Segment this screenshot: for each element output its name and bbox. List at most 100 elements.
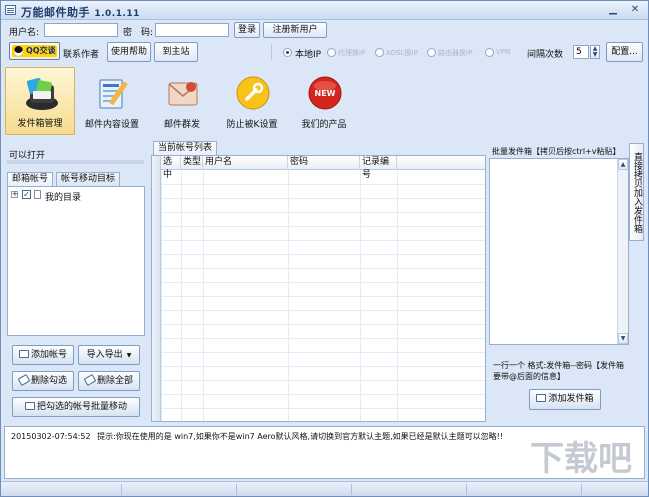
tree-checkbox[interactable]: ✓ bbox=[22, 190, 31, 199]
eraser-icon bbox=[17, 374, 31, 386]
add-outbox-icon bbox=[536, 394, 547, 402]
grid-row-line bbox=[161, 352, 485, 353]
router-ip-label: 路由器换IP bbox=[438, 49, 473, 57]
radio-proxy-ip[interactable] bbox=[327, 48, 336, 57]
col-selected[interactable]: 选中 bbox=[161, 156, 181, 180]
account-grid: 选中 类型 用户名 密码 记录编号 bbox=[151, 155, 486, 422]
register-button[interactable]: 注册新用户 bbox=[263, 22, 327, 38]
grid-row-line bbox=[161, 380, 485, 381]
status-divider bbox=[121, 484, 122, 495]
app-name: 万能邮件助手 bbox=[21, 6, 90, 19]
bulk-outbox-header: 批量发件箱【拷贝后按ctrl+v粘贴】 bbox=[492, 147, 621, 156]
scroll-up-icon[interactable]: ▲ bbox=[618, 159, 628, 170]
dropdown-arrow-icon: ▼ bbox=[126, 352, 132, 359]
outbox-scrollbar[interactable]: ▲ ▼ bbox=[617, 159, 628, 344]
interval-input[interactable] bbox=[573, 45, 589, 59]
status-divider bbox=[581, 484, 582, 495]
status-bar bbox=[1, 481, 648, 496]
interval-spinner[interactable]: ▲ ▼ bbox=[590, 45, 600, 59]
tab-direct-copy[interactable]: 直接拷贝加入发件箱 bbox=[629, 143, 644, 241]
grid-row-line bbox=[161, 254, 485, 255]
tab-email-accounts[interactable]: 邮箱帐号 bbox=[7, 172, 54, 186]
grid-col-line bbox=[288, 170, 289, 421]
status-divider bbox=[351, 484, 352, 495]
separator bbox=[271, 44, 272, 60]
contact-author-link[interactable]: 联系作者 bbox=[63, 47, 99, 60]
grid-row-line bbox=[161, 184, 485, 185]
add-account-button[interactable]: 添加帐号 bbox=[12, 345, 74, 365]
home-button[interactable]: 到主站 bbox=[154, 42, 198, 62]
left-panel: 可以打开 邮箱帐号 帐号移动目标 + ✓ 我的目录 添加帐号 导入导出 ▼ 删除勾… bbox=[4, 139, 148, 422]
username-input[interactable] bbox=[44, 23, 118, 37]
log-message: 提示:你现在使用的是 win7,如果你不是win7 Aero默认风格,请切换到官… bbox=[97, 432, 504, 441]
qq-chat-button[interactable]: QQ交谈 bbox=[9, 42, 60, 60]
grid-row-line bbox=[161, 408, 485, 409]
grid-header: 选中 类型 用户名 密码 记录编号 bbox=[161, 156, 485, 180]
module-mass-send[interactable]: 邮件群发 bbox=[147, 67, 217, 135]
scroll-down-icon[interactable]: ▼ bbox=[618, 333, 628, 344]
col-type[interactable]: 类型 bbox=[181, 156, 203, 170]
grid-col-line bbox=[181, 170, 182, 421]
app-window: 万能邮件助手 1.0.1.11 ▁ ✕ 用户名: 密 码: 登录 注册新用户 Q… bbox=[0, 0, 649, 497]
tree-expand-icon[interactable]: + bbox=[11, 191, 18, 198]
tab-current-accounts[interactable]: 当前帐号列表 bbox=[153, 141, 218, 155]
import-export-button[interactable]: 导入导出 ▼ bbox=[78, 345, 140, 365]
batch-move-button[interactable]: 把勾选的帐号批量移动 bbox=[12, 397, 140, 417]
delete-checked-button[interactable]: 删除勾选 bbox=[12, 371, 74, 391]
module-bar: 发件箱管理 邮件内容设置 邮件群发 防止被K设置 NEW 我们的产品 bbox=[1, 65, 648, 137]
login-button[interactable]: 登录 bbox=[234, 22, 260, 38]
qq-chat-label: QQ交谈 bbox=[12, 45, 57, 57]
add-account-label: 添加帐号 bbox=[30, 350, 67, 360]
grid-row-line bbox=[161, 226, 485, 227]
envelope-icon bbox=[168, 82, 198, 106]
log-timestamp: 20150302-07:54:52 bbox=[11, 432, 91, 441]
grid-col-line bbox=[397, 170, 398, 421]
tab-move-target[interactable]: 帐号移动目标 bbox=[56, 172, 121, 186]
title-bar: 万能邮件助手 1.0.1.11 ▁ ✕ bbox=[1, 1, 648, 20]
module-our-products[interactable]: NEW 我们的产品 bbox=[289, 67, 359, 135]
col-record-id[interactable]: 记录编号 bbox=[360, 156, 397, 180]
tree-root-label[interactable]: 我的目录 bbox=[45, 190, 81, 203]
col-username[interactable]: 用户名 bbox=[203, 156, 288, 170]
toolbar-row: QQ交谈 联系作者 使用帮助 到主站 本地IP 代理换IP ADSL换IP 路由… bbox=[3, 41, 648, 65]
local-ip-label: 本地IP bbox=[295, 50, 322, 60]
delete-all-button[interactable]: 删除全部 bbox=[78, 371, 140, 391]
radio-router-ip[interactable] bbox=[427, 48, 436, 57]
module-content-settings[interactable]: 邮件内容设置 bbox=[77, 67, 147, 135]
bulk-outbox-textarea[interactable]: ▲ ▼ bbox=[489, 158, 629, 345]
grid-row-line bbox=[161, 338, 485, 339]
module-outbox-manage[interactable]: 发件箱管理 bbox=[5, 67, 75, 135]
grid-row-line bbox=[161, 282, 485, 283]
grid-row-line bbox=[161, 212, 485, 213]
module-label: 我们的产品 bbox=[301, 120, 347, 130]
window-title: 万能邮件助手 1.0.1.11 bbox=[21, 4, 140, 20]
add-outbox-button[interactable]: 添加发件箱 bbox=[529, 389, 601, 410]
col-password[interactable]: 密码 bbox=[288, 156, 360, 170]
import-export-label: 导入导出 bbox=[86, 350, 123, 360]
app-menu-icon[interactable] bbox=[5, 5, 16, 15]
radio-local-ip[interactable] bbox=[283, 48, 292, 57]
watermark-logo-icon: 下载吧 bbox=[530, 439, 632, 479]
center-panel: 当前帐号列表 选中 类型 用户名 密码 记录编号 bbox=[151, 139, 486, 422]
directory-tree: + ✓ 我的目录 bbox=[7, 186, 145, 336]
module-label: 邮件内容设置 bbox=[84, 120, 139, 130]
radio-vpn[interactable] bbox=[485, 48, 494, 57]
watermark-text: 下载吧 bbox=[530, 439, 632, 479]
svg-text:NEW: NEW bbox=[315, 89, 336, 98]
radio-adsl-ip[interactable] bbox=[375, 48, 384, 57]
module-anti-block[interactable]: 防止被K设置 bbox=[217, 67, 287, 135]
status-divider bbox=[236, 484, 237, 495]
eraser-icon bbox=[83, 374, 97, 386]
minimize-button[interactable]: ▁ bbox=[606, 4, 620, 16]
config-button[interactable]: 配置... bbox=[606, 42, 643, 62]
help-button[interactable]: 使用帮助 bbox=[107, 42, 151, 62]
right-panel: 批量发件箱【拷贝后按ctrl+v粘贴】 ▲ ▼ 一行一个 格式:发件箱--密码【… bbox=[489, 139, 629, 422]
login-row: 用户名: 密 码: 登录 注册新用户 bbox=[1, 21, 648, 41]
mailbox-icon bbox=[26, 77, 58, 110]
status-divider bbox=[466, 484, 467, 495]
module-label: 防止被K设置 bbox=[226, 120, 278, 130]
password-input[interactable] bbox=[155, 23, 229, 37]
close-button[interactable]: ✕ bbox=[628, 4, 642, 16]
folder-icon bbox=[34, 190, 41, 199]
format-hint: 一行一个 格式:发件箱--密码【发件箱要带@后面的信息】 bbox=[493, 361, 625, 381]
